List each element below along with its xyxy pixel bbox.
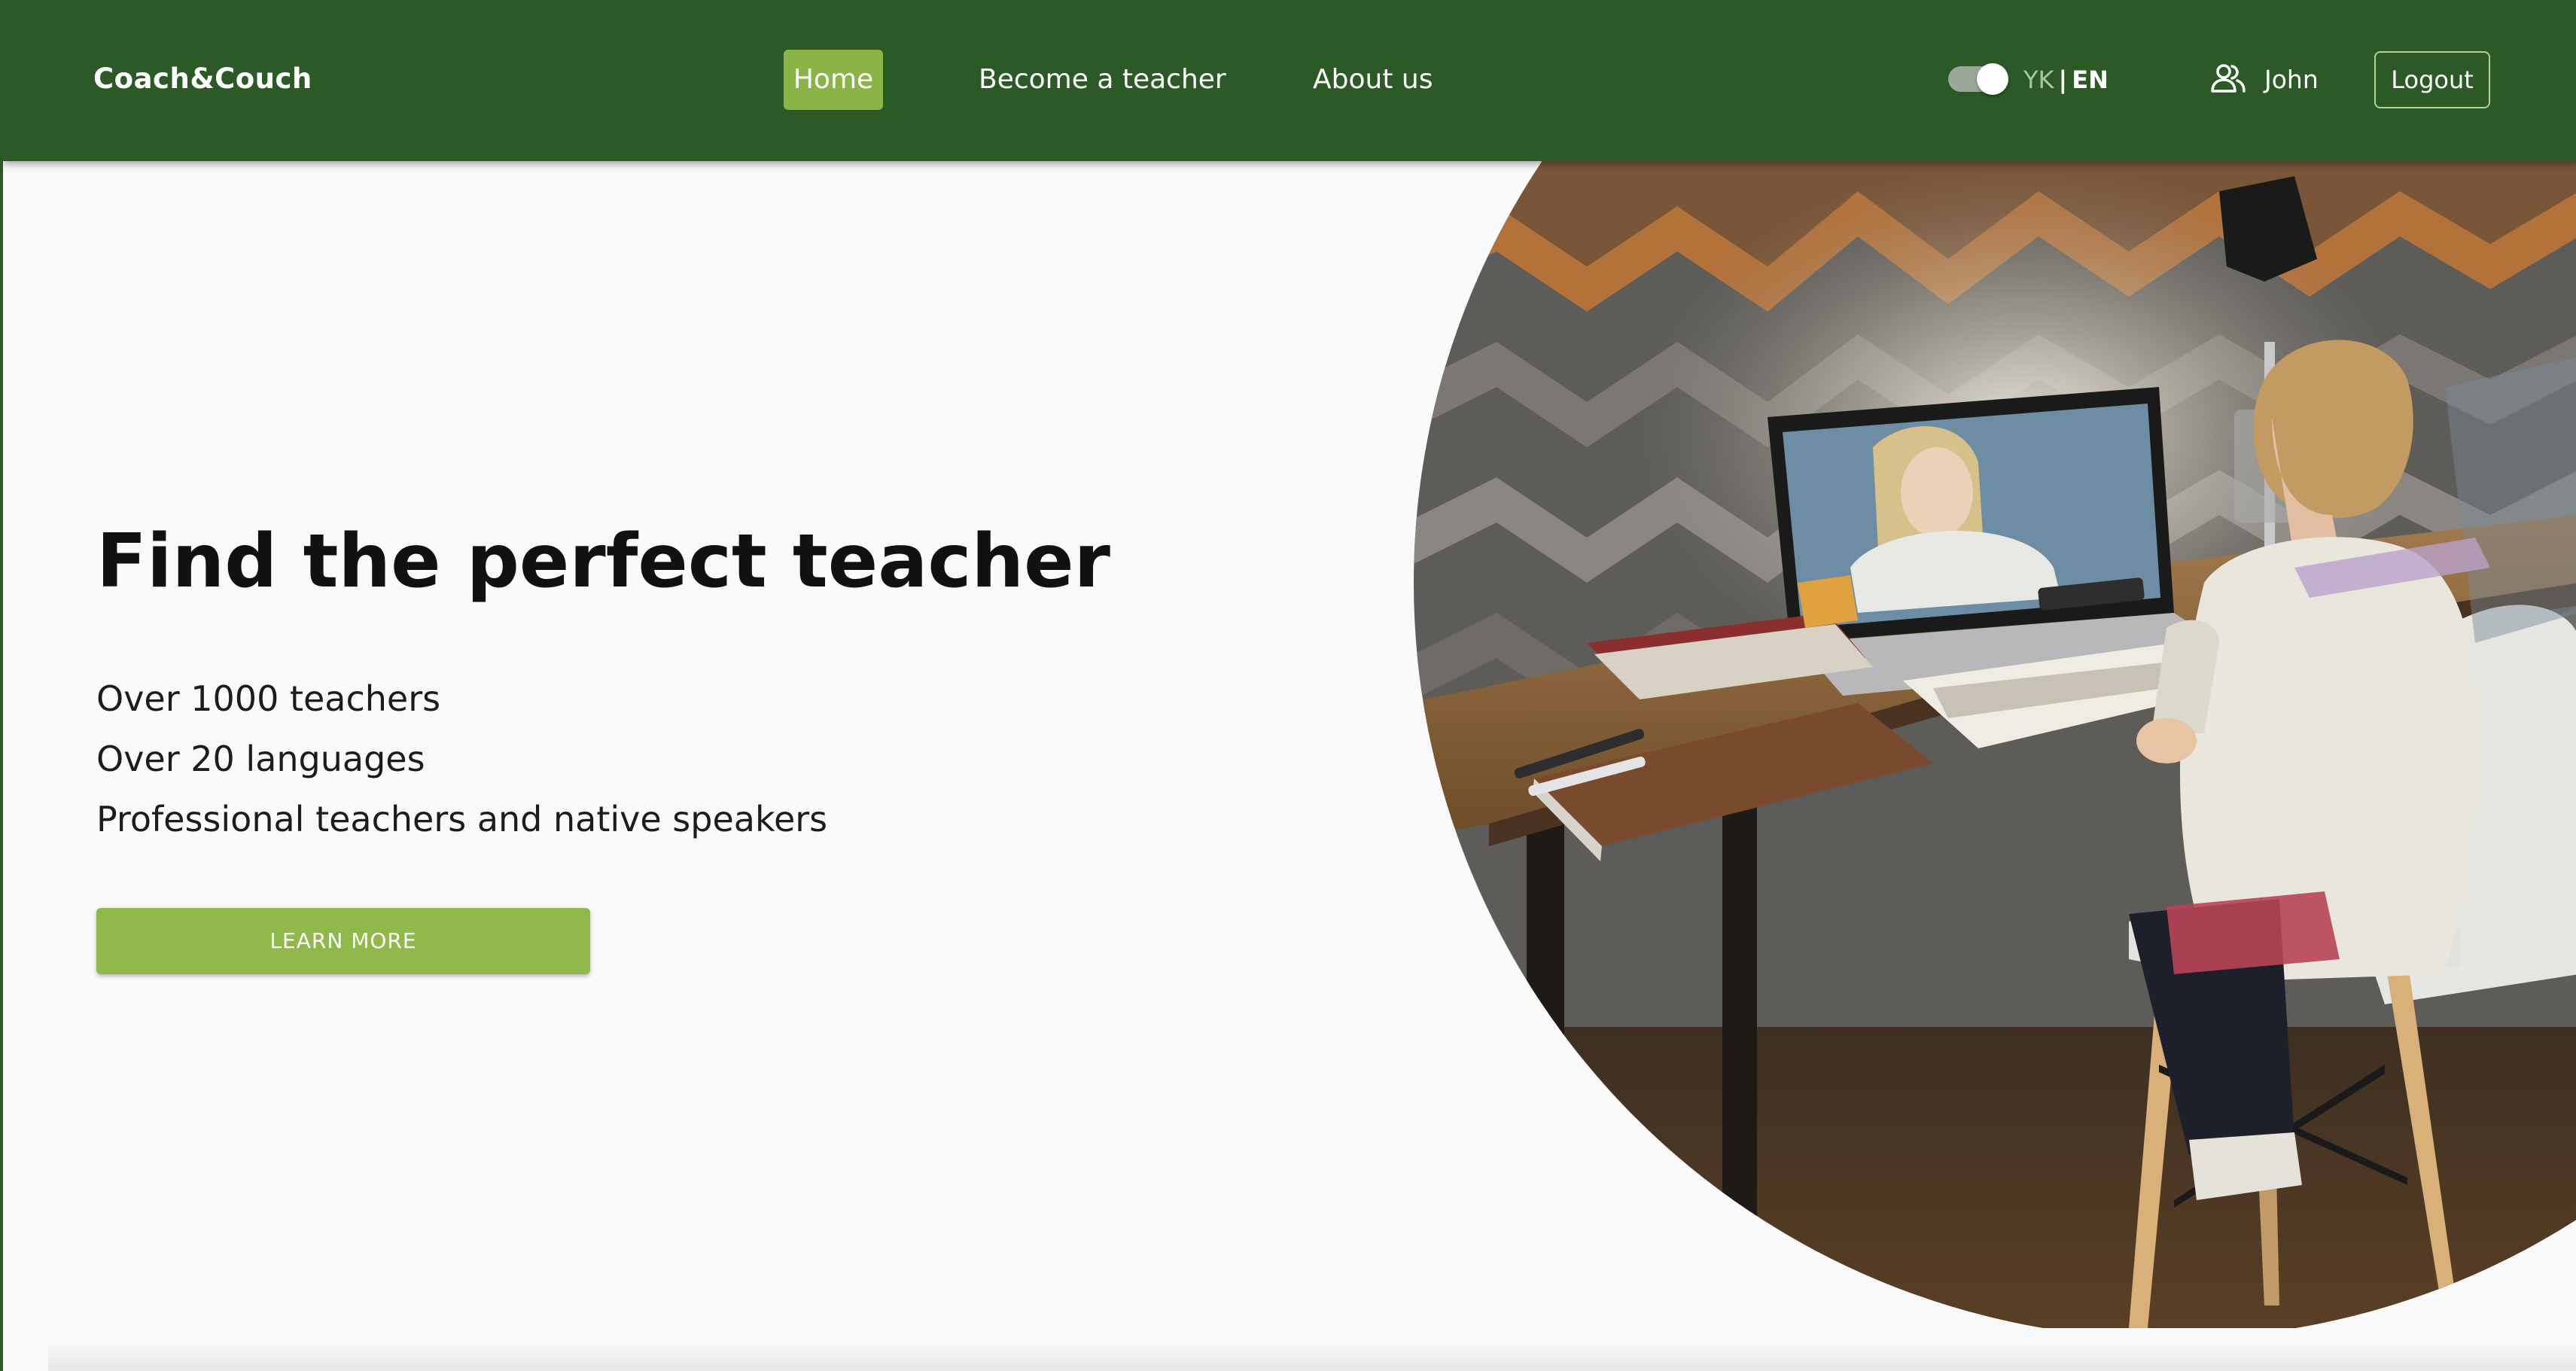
nav-home[interactable]: Home — [784, 50, 883, 110]
language-separator: | — [2058, 66, 2068, 94]
feature-professional-teachers: Professional teachers and native speaker… — [96, 799, 828, 839]
language-option-uk[interactable]: YK — [2023, 66, 2054, 94]
language-switcher: YK | EN — [2023, 63, 2109, 96]
hero-title: Find the perfect teacher — [96, 519, 1110, 605]
nav-become-a-teacher[interactable]: Become a teacher — [979, 50, 1226, 110]
nav-about-us[interactable]: About us — [1313, 50, 1433, 110]
feature-languages-count: Over 20 languages — [96, 739, 425, 779]
logout-button[interactable]: Logout — [2374, 51, 2490, 108]
learn-more-button[interactable]: LEARN MORE — [96, 908, 590, 974]
user-name[interactable]: John — [2264, 63, 2319, 96]
page: Coach&Couch Home Become a teacher About … — [0, 0, 2576, 1371]
top-navigation-bar: Coach&Couch Home Become a teacher About … — [3, 0, 2576, 161]
user-group-icon[interactable] — [2210, 63, 2246, 93]
language-toggle[interactable] — [1948, 63, 2008, 95]
feature-teachers-count: Over 1000 teachers — [96, 678, 441, 719]
hero-image — [1414, 161, 2576, 1328]
language-option-en[interactable]: EN — [2072, 66, 2109, 94]
language-toggle-knob — [1977, 63, 2008, 95]
footer-shadow — [48, 1341, 2576, 1371]
site-logo[interactable]: Coach&Couch — [93, 60, 312, 98]
